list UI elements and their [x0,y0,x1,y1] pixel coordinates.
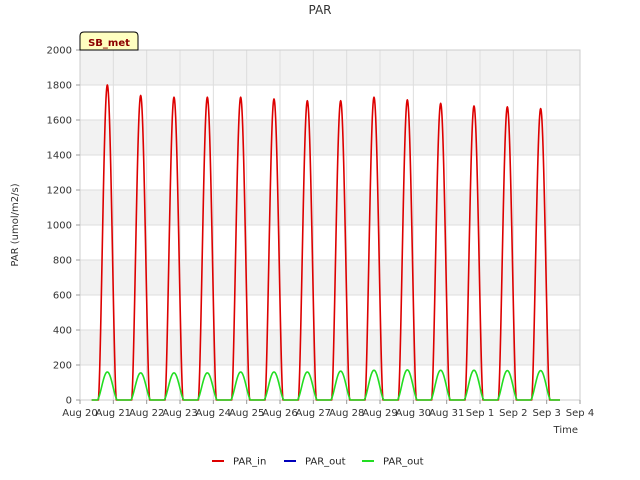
y-axis-title: PAR (umol/m2/s) [10,183,21,266]
chart-title: PAR [308,3,331,17]
y-tick-label: 600 [53,291,72,302]
par-chart: 0 200 400 600 800 1000 1200 1400 1600 1800 2000 Au… [10,3,594,468]
x-tick-label: Aug 30 [396,408,431,419]
plot-band [80,225,580,260]
legend: PAR_in PAR_out PAR_out [212,457,424,468]
x-tick-label: Aug 26 [262,408,297,419]
x-tick-label: Sep 4 [566,408,594,419]
x-tick-label: Aug 23 [162,408,197,419]
y-tick-label: 2000 [47,46,72,57]
y-tick-label: 400 [53,326,72,337]
x-axis-ticks: Aug 20Aug 21Aug 22Aug 23Aug 24Aug 25Aug … [62,400,594,419]
legend-label: PAR_in [233,457,266,468]
x-tick-label: Sep 2 [499,408,527,419]
x-tick-label: Sep 1 [466,408,494,419]
plot-band [80,50,580,85]
y-tick-label: 1800 [47,81,72,92]
legend-label: PAR_out [305,457,346,468]
y-tick-label: 1200 [47,186,72,197]
x-tick-label: Sep 3 [532,408,560,419]
plot-band [80,330,580,365]
y-tick-label: 800 [53,256,72,267]
x-tick-label: Aug 29 [362,408,397,419]
y-tick-label: 0 [66,396,72,407]
x-tick-label: Aug 24 [196,408,231,419]
y-tick-label: 1600 [47,116,72,127]
x-tick-label: Aug 27 [296,408,331,419]
plot-band [80,190,580,225]
y-tick-label: 1400 [47,151,72,162]
plot-band [80,295,580,330]
y-tick-label: 1000 [47,221,72,232]
x-tick-label: Aug 28 [329,408,364,419]
site-tag: SB_met [79,31,139,51]
site-tag-label: SB_met [88,38,130,49]
x-tick-label: Aug 25 [229,408,264,419]
x-axis-title: Time [553,425,578,436]
x-tick-label: Aug 20 [62,408,97,419]
y-tick-label: 200 [53,361,72,372]
legend-label: PAR_out [383,457,424,468]
plot-band [80,85,580,120]
x-tick-label: Aug 21 [96,408,131,419]
x-tick-label: Aug 31 [429,408,464,419]
x-tick-label: Aug 22 [129,408,164,419]
y-axis-ticks: 0 200 400 600 800 1000 1200 1400 1600 1800 2000 [47,46,80,407]
plot-band [80,365,580,400]
plot-band [80,260,580,295]
